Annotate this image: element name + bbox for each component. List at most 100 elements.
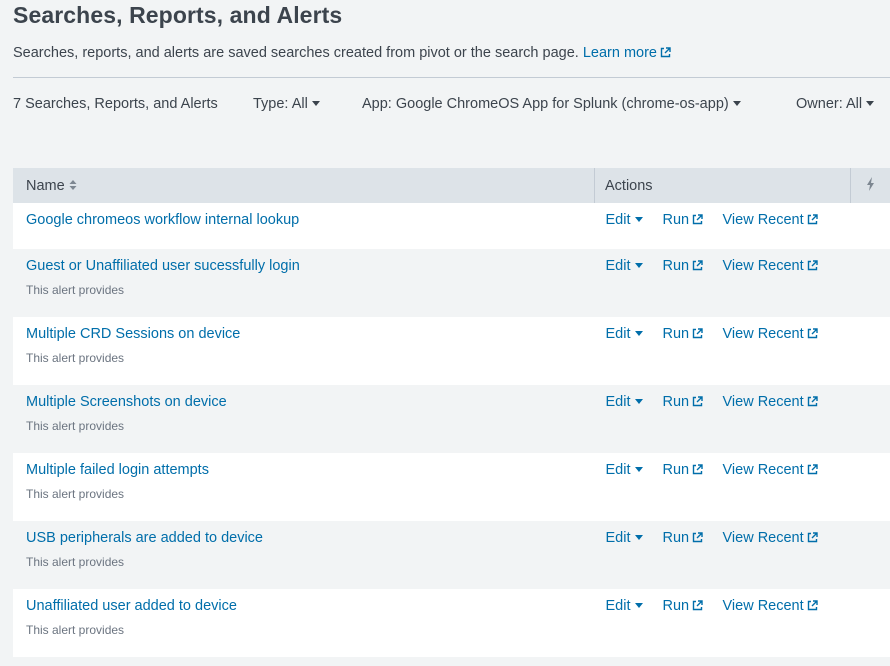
edit-label: Edit xyxy=(605,212,631,228)
view-recent-label: View Recent xyxy=(722,598,804,614)
actions-cell: Edit Run View Recent xyxy=(594,589,851,657)
bolt-cell xyxy=(850,249,890,317)
external-link-icon xyxy=(692,396,703,407)
type-filter-label: Type: All xyxy=(253,96,308,112)
view-recent-link[interactable]: View Recent xyxy=(723,598,818,614)
view-recent-link[interactable]: View Recent xyxy=(723,462,818,478)
run-link[interactable]: Run xyxy=(663,530,723,546)
edit-dropdown[interactable]: Edit xyxy=(606,394,663,410)
run-label: Run xyxy=(662,462,690,478)
search-name-link[interactable]: USB peripherals are added to device xyxy=(26,530,263,546)
view-recent-label: View Recent xyxy=(722,326,804,342)
name-cell: Google chromeos workflow internal lookup xyxy=(13,203,595,249)
edit-label: Edit xyxy=(605,530,631,546)
run-link[interactable]: Run xyxy=(663,394,723,410)
actions-cell: Edit Run View Recent xyxy=(594,453,851,521)
bolt-cell xyxy=(850,317,890,385)
edit-dropdown[interactable]: Edit xyxy=(606,530,663,546)
sort-icon xyxy=(69,179,77,190)
view-recent-link[interactable]: View Recent xyxy=(723,530,818,546)
external-link-icon xyxy=(807,532,818,543)
run-link[interactable]: Run xyxy=(663,212,723,228)
name-cell: Multiple failed login attempts This aler… xyxy=(13,453,595,521)
run-link[interactable]: Run xyxy=(663,258,723,274)
edit-dropdown[interactable]: Edit xyxy=(606,598,663,614)
run-label: Run xyxy=(662,212,690,228)
result-count: 7 Searches, Reports, and Alerts xyxy=(13,96,218,112)
edit-dropdown[interactable]: Edit xyxy=(606,212,663,228)
description-text: Searches, reports, and alerts are saved … xyxy=(13,45,579,61)
actions-cell: Edit Run View Recent xyxy=(594,203,851,249)
app-filter-dropdown[interactable]: App: Google ChromeOS App for Splunk (chr… xyxy=(362,96,741,112)
search-name-link[interactable]: Unaffiliated user added to device xyxy=(26,598,237,614)
run-label: Run xyxy=(662,598,690,614)
learn-more-label: Learn more xyxy=(582,45,657,61)
run-label: Run xyxy=(662,530,690,546)
view-recent-link[interactable]: View Recent xyxy=(723,212,818,228)
external-link-icon xyxy=(807,328,818,339)
learn-more-link[interactable]: Learn more xyxy=(583,45,671,61)
view-recent-label: View Recent xyxy=(722,462,804,478)
table-header-row: Name Actions xyxy=(13,168,890,203)
edit-dropdown[interactable]: Edit xyxy=(606,462,663,478)
filter-bar: 7 Searches, Reports, and Alerts Type: Al… xyxy=(13,96,890,116)
bolt-cell xyxy=(850,453,890,521)
external-link-icon xyxy=(692,464,703,475)
search-description: This alert provides xyxy=(26,351,125,365)
bolt-cell xyxy=(850,589,890,657)
owner-filter-dropdown[interactable]: Owner: All xyxy=(796,96,875,112)
caret-down-icon xyxy=(634,217,643,222)
page-title: Searches, Reports, and Alerts xyxy=(13,2,343,28)
view-recent-link[interactable]: View Recent xyxy=(723,258,818,274)
run-link[interactable]: Run xyxy=(663,462,723,478)
run-link[interactable]: Run xyxy=(663,598,723,614)
view-recent-label: View Recent xyxy=(722,258,804,274)
edit-label: Edit xyxy=(605,326,631,342)
search-description: This alert provides xyxy=(26,283,125,297)
caret-down-icon xyxy=(634,535,643,540)
caret-down-icon xyxy=(311,101,320,106)
search-name-link[interactable]: Multiple CRD Sessions on device xyxy=(26,326,240,342)
external-link-icon xyxy=(692,532,703,543)
name-header-label: Name xyxy=(26,177,65,194)
header-divider xyxy=(13,77,890,78)
search-description: This alert provides xyxy=(26,419,125,433)
external-link-icon xyxy=(692,600,703,611)
actions-column-header: Actions xyxy=(594,168,851,203)
run-label: Run xyxy=(662,326,690,342)
actions-cell: Edit Run View Recent xyxy=(594,317,851,385)
view-recent-link[interactable]: View Recent xyxy=(723,394,818,410)
view-recent-label: View Recent xyxy=(722,530,804,546)
external-link-icon xyxy=(807,464,818,475)
name-column-header[interactable]: Name xyxy=(13,168,595,203)
edit-label: Edit xyxy=(605,598,631,614)
external-link-icon xyxy=(692,214,703,225)
external-link-icon xyxy=(807,260,818,271)
bolt-column-header xyxy=(850,168,890,203)
search-name-link[interactable]: Guest or Unaffiliated user sucessfully l… xyxy=(26,258,300,274)
owner-filter-label: Owner: All xyxy=(796,96,863,112)
search-name-link[interactable]: Multiple failed login attempts xyxy=(26,462,209,478)
edit-dropdown[interactable]: Edit xyxy=(606,326,663,342)
table-row: Multiple Screenshots on device This aler… xyxy=(13,385,890,453)
external-link-icon xyxy=(692,260,703,271)
search-description: This alert provides xyxy=(26,555,125,569)
view-recent-link[interactable]: View Recent xyxy=(723,326,818,342)
view-recent-label: View Recent xyxy=(722,212,804,228)
search-description: This alert provides xyxy=(26,623,125,637)
table-row: Google chromeos workflow internal lookup… xyxy=(13,203,890,249)
type-filter-dropdown[interactable]: Type: All xyxy=(253,96,320,112)
external-link-icon xyxy=(807,600,818,611)
name-cell: Multiple Screenshots on device This aler… xyxy=(13,385,595,453)
run-label: Run xyxy=(662,394,690,410)
search-name-link[interactable]: Google chromeos workflow internal lookup xyxy=(26,212,299,228)
actions-cell: Edit Run View Recent xyxy=(594,249,851,317)
search-name-link[interactable]: Multiple Screenshots on device xyxy=(26,394,227,410)
caret-down-icon xyxy=(634,399,643,404)
run-link[interactable]: Run xyxy=(663,326,723,342)
edit-dropdown[interactable]: Edit xyxy=(606,258,663,274)
edit-label: Edit xyxy=(605,462,631,478)
edit-label: Edit xyxy=(605,394,631,410)
caret-down-icon xyxy=(634,603,643,608)
actions-cell: Edit Run View Recent xyxy=(594,385,851,453)
